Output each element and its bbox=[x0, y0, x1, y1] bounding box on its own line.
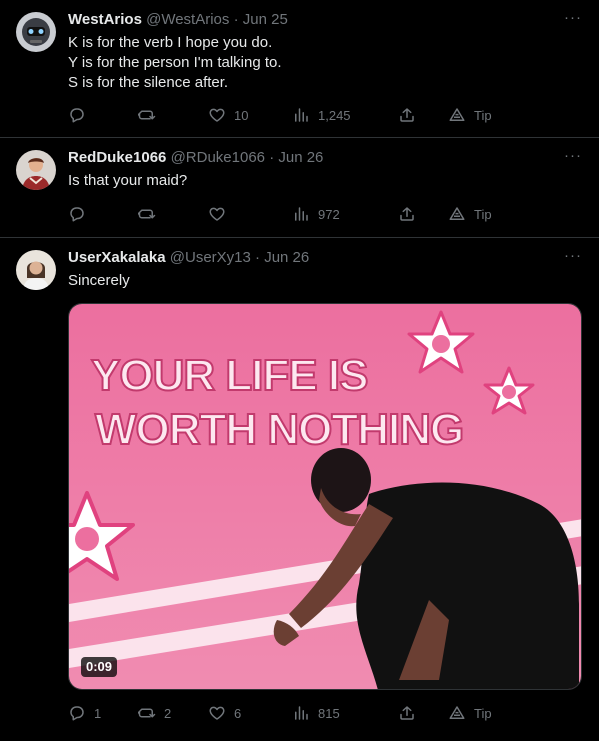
share-icon bbox=[400, 207, 414, 221]
share-button[interactable] bbox=[398, 202, 416, 226]
reply-count: 1 bbox=[94, 705, 102, 721]
tip-icon bbox=[449, 207, 465, 220]
tweet-text-line: Sincerely bbox=[68, 272, 130, 289]
avatar[interactable] bbox=[16, 12, 56, 52]
tip-label: Tip bbox=[474, 705, 492, 721]
user-handle[interactable]: @WestArios bbox=[146, 11, 229, 28]
retweet-icon bbox=[138, 209, 156, 219]
reply-button[interactable]: 1 bbox=[68, 701, 101, 725]
separator: · bbox=[255, 249, 261, 266]
tweet-header: WestArios @WestArios · Jun 25 bbox=[68, 10, 559, 30]
tweet-text: Is that your maid? bbox=[68, 171, 569, 191]
analytics-icon bbox=[295, 207, 308, 221]
like-count: 6 bbox=[234, 705, 242, 721]
retweet-button[interactable]: 2 bbox=[138, 701, 171, 725]
display-name[interactable]: RedDuke1066 bbox=[68, 149, 166, 166]
retweet-count: 2 bbox=[164, 705, 172, 721]
share-button[interactable] bbox=[398, 103, 416, 127]
timestamp[interactable]: Jun 26 bbox=[278, 149, 323, 166]
separator: · bbox=[233, 11, 239, 28]
more-options-icon[interactable]: ··· bbox=[561, 148, 585, 168]
user-handle[interactable]: @UserXy13 bbox=[170, 249, 251, 266]
reply-icon bbox=[70, 207, 84, 222]
separator: · bbox=[269, 149, 275, 166]
more-options-icon[interactable]: ··· bbox=[561, 10, 585, 30]
tweet-text-line: S is for the silence after. bbox=[68, 74, 229, 91]
tip-icon bbox=[449, 108, 465, 121]
avatar[interactable] bbox=[16, 250, 56, 290]
tweet-text: Sincerely bbox=[68, 271, 569, 291]
video-player[interactable]: YOUR LIFE IS WORTH NOTHING 0:09 bbox=[68, 303, 582, 690]
tip-button[interactable]: Tip bbox=[448, 103, 492, 127]
heart-icon bbox=[209, 207, 225, 221]
video-caption-line: WORTH NOTHING bbox=[95, 405, 463, 454]
timestamp[interactable]: Jun 26 bbox=[264, 249, 309, 266]
analytics-icon bbox=[295, 706, 308, 720]
tweet-text-line: Y is for the person I'm talking to. bbox=[68, 54, 282, 71]
more-options-icon[interactable]: ··· bbox=[561, 248, 585, 268]
view-count: 1,245 bbox=[318, 107, 351, 123]
timestamp[interactable]: Jun 25 bbox=[243, 11, 288, 28]
tip-label: Tip bbox=[474, 107, 492, 123]
tip-button[interactable]: Tip bbox=[448, 701, 492, 725]
tweet-text-line: Is that your maid? bbox=[68, 172, 188, 189]
tweet-text-line: K is for the verb I hope you do. bbox=[68, 34, 273, 51]
tweet-header: RedDuke1066 @RDuke1066 · Jun 26 bbox=[68, 148, 559, 168]
heart-icon bbox=[209, 706, 225, 720]
reply-icon bbox=[70, 706, 84, 721]
like-count: 10 bbox=[234, 107, 249, 123]
view-count: 815 bbox=[318, 705, 340, 721]
share-icon bbox=[400, 706, 414, 720]
action-bar: 972 Tip bbox=[60, 202, 583, 226]
share-icon bbox=[400, 108, 414, 122]
action-bar: 1 2 6 815 Tip bbox=[60, 701, 583, 725]
views-button[interactable]: 1,245 bbox=[292, 103, 351, 127]
video-duration-badge: 0:09 bbox=[81, 657, 118, 677]
like-button[interactable]: 10 bbox=[208, 103, 248, 127]
reply-button[interactable] bbox=[68, 202, 94, 226]
retweet-icon bbox=[138, 708, 156, 718]
video-frame: YOUR LIFE IS WORTH NOTHING bbox=[69, 304, 581, 689]
tweet[interactable]: UserXakalaka @UserXy13 · Jun 26 ··· Sinc… bbox=[0, 238, 599, 741]
reply-button[interactable] bbox=[68, 103, 94, 127]
view-count: 972 bbox=[318, 206, 340, 222]
display-name[interactable]: WestArios bbox=[68, 11, 142, 28]
like-button[interactable]: 6 bbox=[208, 701, 241, 725]
retweet-button[interactable] bbox=[138, 103, 164, 127]
retweet-icon bbox=[138, 110, 156, 120]
tip-icon bbox=[449, 706, 465, 719]
video-caption-line: YOUR LIFE IS bbox=[91, 351, 367, 400]
action-bar: 10 1,245 Tip bbox=[60, 103, 583, 127]
retweet-button[interactable] bbox=[138, 202, 164, 226]
share-button[interactable] bbox=[398, 701, 416, 725]
tip-label: Tip bbox=[474, 206, 492, 222]
user-handle[interactable]: @RDuke1066 bbox=[171, 149, 265, 166]
tweet-text: K is for the verb I hope you do. Y is fo… bbox=[68, 33, 569, 93]
reply-icon bbox=[70, 108, 84, 123]
heart-icon bbox=[209, 108, 225, 122]
display-name[interactable]: UserXakalaka bbox=[68, 249, 166, 266]
views-button[interactable]: 815 bbox=[292, 701, 340, 725]
tweet[interactable]: RedDuke1066 @RDuke1066 · Jun 26 ··· Is t… bbox=[0, 138, 599, 238]
like-button[interactable] bbox=[208, 202, 234, 226]
analytics-icon bbox=[295, 108, 308, 122]
views-button[interactable]: 972 bbox=[292, 202, 340, 226]
tip-button[interactable]: Tip bbox=[448, 202, 492, 226]
tweet[interactable]: WestArios @WestArios · Jun 25 ··· K is f… bbox=[0, 0, 599, 138]
avatar[interactable] bbox=[16, 150, 56, 190]
tweet-header: UserXakalaka @UserXy13 · Jun 26 bbox=[68, 248, 559, 268]
